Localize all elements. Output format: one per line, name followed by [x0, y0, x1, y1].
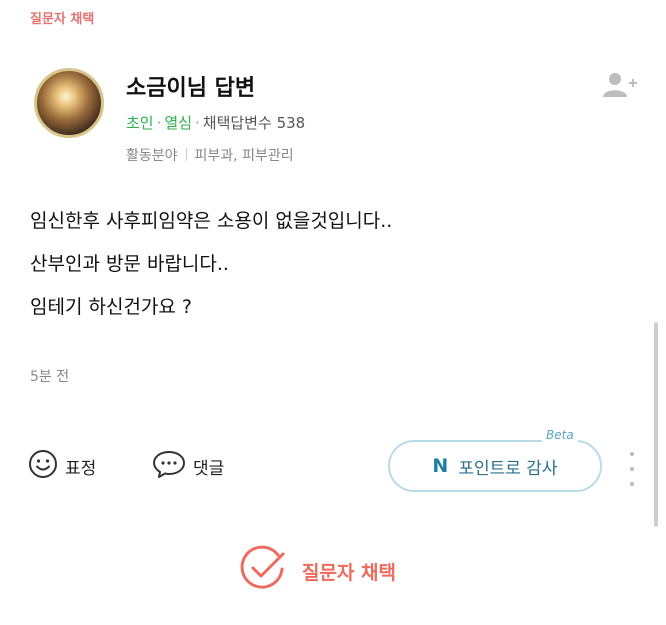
scrollbar[interactable] [654, 322, 658, 527]
answer-body: 임신한후 사후피임약은 소용이 없을것입니다.. 산부인과 방문 바랍니다.. … [30, 200, 392, 329]
meta-separator: · [156, 114, 162, 132]
field-divider [185, 148, 187, 161]
add-user-icon[interactable] [602, 70, 638, 100]
activity-badge: 열심 [164, 114, 192, 132]
answer-line: 임신한후 사후피임약은 소용이 없을것입니다.. [30, 210, 393, 232]
more-vertical-icon[interactable] [627, 452, 637, 486]
point-thanks-button[interactable]: N 포인트로 감사 [388, 440, 602, 492]
comment-button[interactable]: 댓글 [152, 449, 224, 483]
answer-line: 산부인과 방문 바랍니다.. [30, 253, 229, 275]
adopted-count: 538 [276, 114, 306, 132]
author-meta: 초인 · 열심 · 채택답변수 538 [126, 112, 305, 133]
timestamp: 5분 전 [30, 369, 70, 385]
field-value: 피부과, 피부관리 [194, 148, 294, 164]
top-choose-label: 질문자 채택 [30, 12, 95, 27]
choose-answer-label: 질문자 채택 [302, 561, 397, 584]
meta-separator: · [195, 114, 200, 132]
adopted-label: 채택답변수 [202, 114, 272, 132]
naver-n-icon: N [432, 455, 449, 477]
field-label: 활동분야 [126, 148, 178, 164]
rank-badge: 초인 [126, 114, 154, 132]
activity-field: 활동분야 피부과, 피부관리 [126, 145, 294, 165]
check-circle-icon [238, 545, 288, 597]
speech-bubble-icon [152, 449, 186, 484]
beta-badge: Beta [542, 428, 578, 442]
author-name[interactable]: 소금이님 답변 [126, 70, 255, 102]
emoji-button[interactable]: 표정 [28, 449, 96, 483]
choose-answer-button[interactable]: 질문자 채택 [238, 545, 397, 597]
smile-icon [28, 449, 58, 484]
answer-line: 임테기 하신건가요 ? [30, 296, 193, 318]
emoji-label: 표정 [65, 458, 97, 479]
point-thanks-label: 포인트로 감사 [458, 458, 558, 479]
avatar[interactable] [34, 68, 104, 138]
comment-label: 댓글 [193, 458, 225, 479]
